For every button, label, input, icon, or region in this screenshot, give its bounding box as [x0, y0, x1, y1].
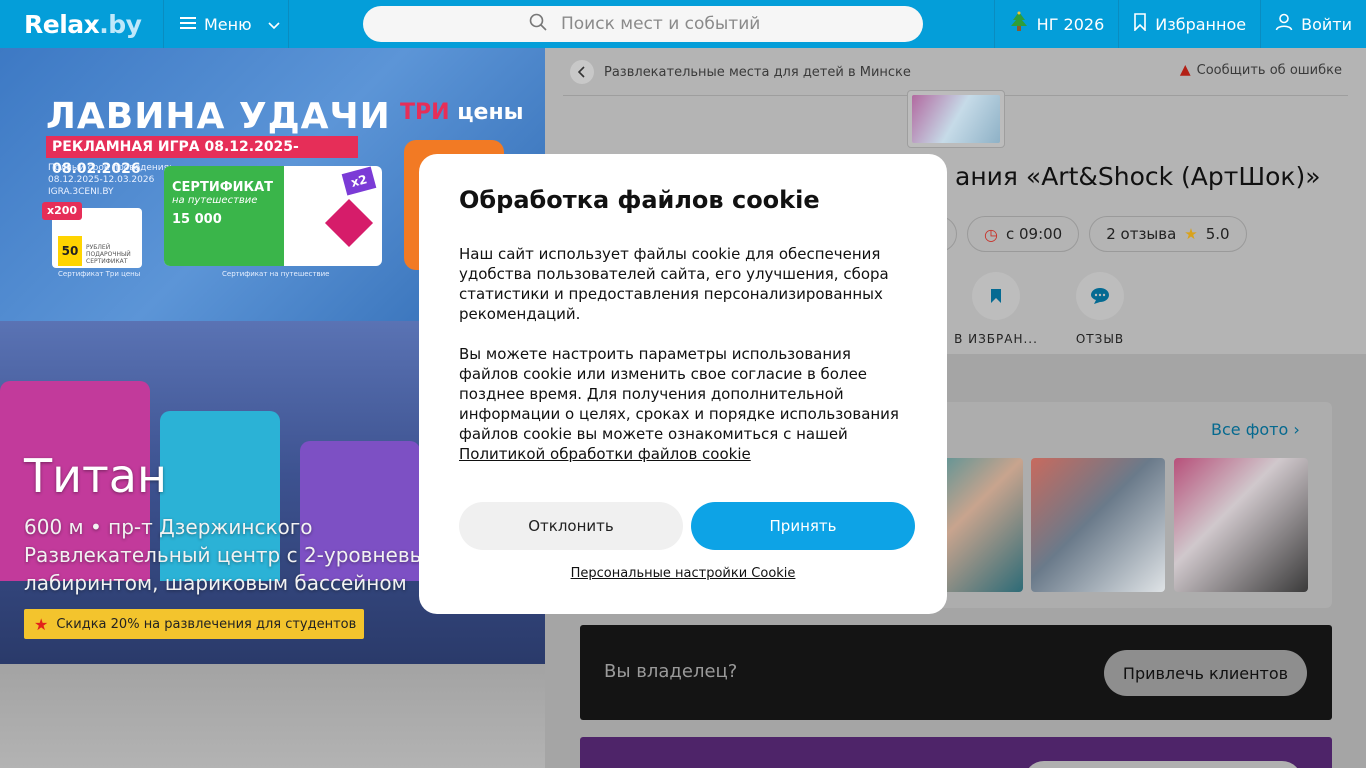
discount-badge: ★ Скидка 20% на развлечения для студенто… — [24, 609, 364, 639]
new-year-label: НГ 2026 — [1036, 14, 1105, 34]
bookmark-icon — [972, 272, 1020, 320]
nav-right: НГ 2026 Избранное Войти — [993, 0, 1366, 48]
venue-meta: 600 м • пр-т Дзержинского Развлекательны… — [24, 513, 434, 597]
search-icon — [529, 13, 547, 36]
top-nav: Relax .by Меню Поиск мест и событий НГ 20… — [0, 0, 1366, 48]
hours-chip[interactable]: ◷ с 09:00 — [967, 216, 1080, 252]
favorites-action-label: В ИЗБРАН... — [954, 332, 1038, 346]
gift-bow-icon — [324, 198, 374, 248]
venue-description: лабиринтом, шариковым бассейном — [24, 571, 407, 595]
promo-dates-line: Полный срок проведения: — [48, 163, 173, 173]
search-placeholder: Поиск мест и событий — [561, 14, 761, 34]
reviews-label: 2 отзыва — [1106, 225, 1177, 243]
christmas-tree-icon — [1009, 11, 1029, 37]
attract-clients-button[interactable]: Привлечь клиентов — [1104, 650, 1307, 696]
promo-strip-button[interactable] — [1024, 761, 1302, 768]
certificate-panel: СЕРТИФИКАТ на путешествие 15 000 — [164, 166, 284, 266]
certificate-amount: 15 000 — [172, 212, 222, 227]
breadcrumb[interactable]: Развлекательные места для детей в Минске — [570, 60, 911, 84]
promo-title: ЛАВИНА УДАЧИ — [46, 96, 391, 137]
clock-icon: ◷ — [984, 224, 998, 244]
review-action-label: ОТЗЫВ — [1075, 332, 1125, 346]
owner-question: Вы владелец? — [604, 661, 738, 682]
chevron-left-icon[interactable] — [570, 60, 594, 84]
chevron-down-icon — [268, 15, 280, 34]
venue-address: 600 м • пр-т Дзержинского — [24, 515, 313, 539]
gift-name: ПОДАРОЧНЫЙ СЕРТИФИКАТ — [86, 251, 131, 265]
venue-name: Титан — [24, 449, 168, 503]
menu-button[interactable]: Меню — [163, 0, 289, 48]
star-icon: ★ — [1184, 225, 1198, 243]
login-label: Войти — [1301, 14, 1352, 34]
owner-banner: Вы владелец? Привлечь клиентов — [580, 625, 1332, 720]
gift-value: 50 — [58, 236, 82, 266]
gift-certificate: x200 50 РУБЛЕЙ ПОДАРОЧНЫЙ СЕРТИФИКАТ — [42, 202, 142, 268]
gift-label: РУБЛЕЙ ПОДАРОЧНЫЙ СЕРТИФИКАТ — [86, 244, 142, 265]
place-actions: В ИЗБРАН... ОТЗЫВ — [954, 272, 1139, 346]
chevron-right-icon: › — [1293, 420, 1300, 439]
accept-button[interactable]: Принять — [691, 502, 915, 550]
hamburger-icon — [180, 15, 196, 34]
bookmark-icon — [1133, 13, 1147, 35]
promo-brand-logo: ТРИ цены — [400, 100, 524, 125]
gift-unit: РУБЛЕЙ — [86, 244, 111, 251]
gallery-photo[interactable] — [1174, 458, 1308, 592]
discount-text: Скидка 20% на развлечения для студентов — [56, 616, 357, 632]
favorites-link[interactable]: Избранное — [1118, 0, 1260, 48]
venue-description: Развлекательный центр с 2-уровневым — [24, 543, 434, 567]
menu-label: Меню — [204, 14, 252, 34]
left-bottom-area — [0, 664, 545, 768]
multiplier-badge: x2 — [341, 166, 377, 196]
gallery-photo[interactable] — [1031, 458, 1165, 592]
search-input[interactable]: Поиск мест и событий — [363, 6, 923, 42]
login-link[interactable]: Войти — [1260, 0, 1366, 48]
gift-badge: x200 — [42, 202, 82, 220]
new-year-link[interactable]: НГ 2026 — [993, 0, 1119, 48]
promo-brand-suffix: цены — [457, 100, 524, 125]
place-logo-image — [912, 95, 1000, 143]
personal-settings-link[interactable]: Персональные настройки Cookie — [419, 566, 947, 581]
cookie-paragraph-text: Вы можете настроить параметры использова… — [459, 345, 899, 443]
site-logo[interactable]: Relax .by — [0, 0, 163, 48]
star-icon: ★ — [34, 614, 49, 634]
cookie-paragraph: Вы можете настроить параметры использова… — [459, 344, 907, 464]
warning-icon: ▲ — [1179, 62, 1191, 78]
cookie-title: Обработка файлов cookie — [459, 186, 820, 214]
promo-brand-text: ТРИ — [400, 100, 450, 125]
cookie-policy-link[interactable]: Политикой обработки файлов cookie — [459, 445, 751, 463]
add-to-favorites-button[interactable]: В ИЗБРАН... — [954, 272, 1038, 346]
logo-suffix: .by — [99, 9, 142, 39]
promo-dates-line: 08.12.2025-12.03.2026 — [48, 175, 155, 185]
breadcrumb-label[interactable]: Развлекательные места для детей в Минске — [604, 65, 911, 80]
promo-subtitle: РЕКЛАМНАЯ ИГРА 08.12.2025-08.02.2026 — [46, 136, 358, 177]
hours-label: с 09:00 — [1005, 225, 1063, 243]
info-chips: ◷ с 09:00 2 отзыва ★ 5.0 — [905, 216, 1247, 252]
decline-button[interactable]: Отклонить — [459, 502, 683, 550]
comment-icon — [1076, 272, 1124, 320]
cookie-dialog: Обработка файлов cookie Наш сайт использ… — [419, 154, 947, 614]
promo-caption-left: Сертификат Три цены — [58, 270, 141, 278]
cookie-buttons: Отклонить Принять — [459, 502, 915, 550]
travel-certificate: СЕРТИФИКАТ на путешествие 15 000 x2 — [164, 166, 382, 266]
place-title: ания «Art&Shock (АртШок)» — [955, 162, 1321, 191]
promo-strip — [580, 737, 1332, 768]
report-label: Сообщить об ошибке — [1196, 62, 1342, 78]
logo-text: Relax — [24, 9, 100, 39]
promo-caption-right: Сертификат на путешествие — [222, 270, 330, 278]
write-review-button[interactable]: ОТЗЫВ — [1061, 272, 1139, 346]
place-logo[interactable] — [907, 90, 1005, 148]
all-photos-label: Все фото — [1211, 420, 1289, 439]
user-icon — [1275, 13, 1293, 35]
all-photos-link[interactable]: Все фото › — [1211, 420, 1300, 439]
reviews-chip[interactable]: 2 отзыва ★ 5.0 — [1089, 216, 1247, 252]
rating-label: 5.0 — [1205, 225, 1230, 243]
favorites-label: Избранное — [1155, 14, 1247, 34]
certificate-title: СЕРТИФИКАТ — [172, 180, 274, 195]
report-error-link[interactable]: ▲ Сообщить об ошибке — [1180, 62, 1342, 78]
certificate-sub: на путешествие — [172, 195, 258, 206]
cookie-paragraph: Наш сайт использует файлы cookie для обе… — [459, 245, 889, 323]
promo-dates-line: IGRA.3CENI.BY — [48, 187, 114, 197]
promo-dates: Полный срок проведения: 08.12.2025-12.03… — [48, 162, 172, 198]
